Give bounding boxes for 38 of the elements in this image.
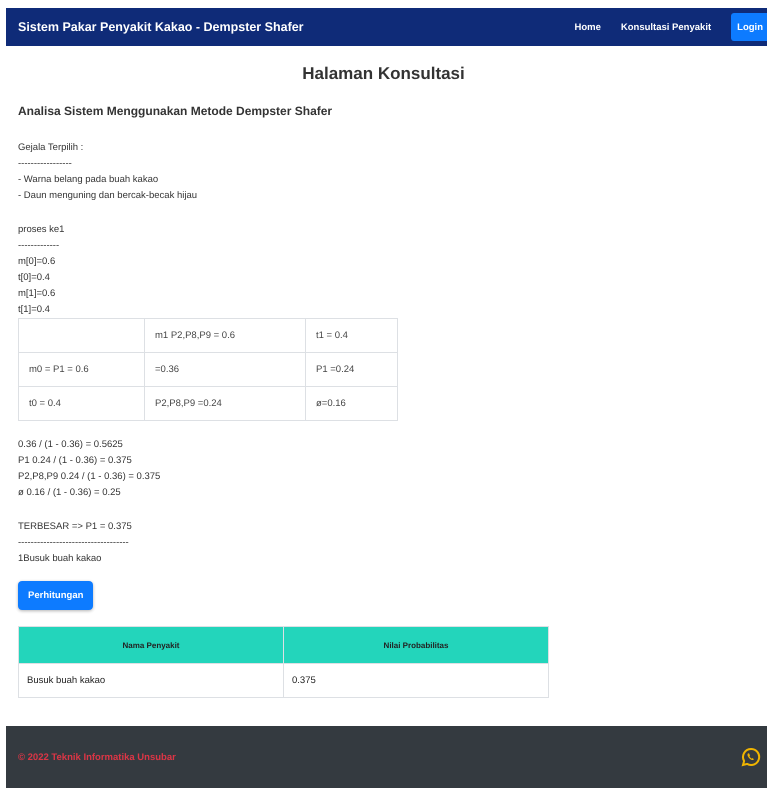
matrix-cell: t1 = 0.4: [306, 318, 398, 352]
text-line: ø 0.16 / (1 - 0.36) = 0.25: [18, 486, 122, 500]
text-line: - Warna belang pada buah kakao: [18, 173, 160, 187]
text-line: TERBESAR => P1 = 0.375: [18, 520, 133, 534]
calculate-button[interactable]: Perhitungan: [18, 581, 94, 610]
text-line: -----------------: [18, 157, 73, 171]
text-line: 0.36 / (1 - 0.36) = 0.5625: [18, 438, 124, 452]
nav-link[interactable]: Konsultasi Penyakit: [620, 22, 712, 32]
login-button[interactable]: Login: [731, 13, 767, 41]
matrix-cell: P2,P8,P9 =0.24: [144, 386, 306, 420]
text-line: m[0]=0.6: [18, 255, 56, 269]
section-title: Analisa Sistem Menggunakan Metode Dempster Shafer: [18, 104, 334, 118]
text-line: - Daun menguning dan bercak-becak hijau: [18, 189, 198, 203]
text-line: proses ke1: [18, 223, 66, 237]
text-line: -----------------------------------: [18, 536, 130, 550]
brand-title[interactable]: Sistem Pakar Penyakit Kakao - Dempster Shafer: [18, 20, 304, 34]
matrix-cell: ø=0.16: [306, 386, 398, 420]
text-line: 1Busuk buah kakao: [18, 552, 102, 566]
text-line: t[0]=0.4: [18, 271, 51, 285]
matrix-cell: m0 = P1 = 0.6: [18, 352, 144, 386]
column-header: Nama Penyakit: [18, 626, 284, 664]
text-line: t[1]=0.4: [18, 303, 51, 317]
copyright-text: © 2022 Teknik Informatika Unsubar: [18, 752, 176, 762]
whatsapp-icon[interactable]: [741, 747, 761, 767]
column-header: Nilai Probabilitas: [284, 626, 548, 664]
matrix-cell: P1 =0.24: [306, 352, 398, 386]
nav-link[interactable]: Home: [574, 22, 601, 32]
text-line: -------------: [18, 239, 60, 253]
matrix-cell: =0.36: [144, 352, 306, 386]
table-cell: 0.375: [284, 664, 548, 698]
text-line: P2,P8,P9 0.24 / (1 - 0.36) = 0.375: [18, 470, 162, 484]
matrix-cell: t0 = 0.4: [18, 386, 144, 420]
matrix-cell: m1 P2,P8,P9 = 0.6: [144, 318, 306, 352]
text-line: Gejala Terpilih :: [18, 141, 84, 155]
table-cell: Busuk buah kakao: [18, 664, 284, 698]
text-line: P1 0.24 / (1 - 0.36) = 0.375: [18, 454, 133, 468]
text-line: m[1]=0.6: [18, 287, 56, 301]
page-title: Halaman Konsultasi: [301, 64, 466, 84]
